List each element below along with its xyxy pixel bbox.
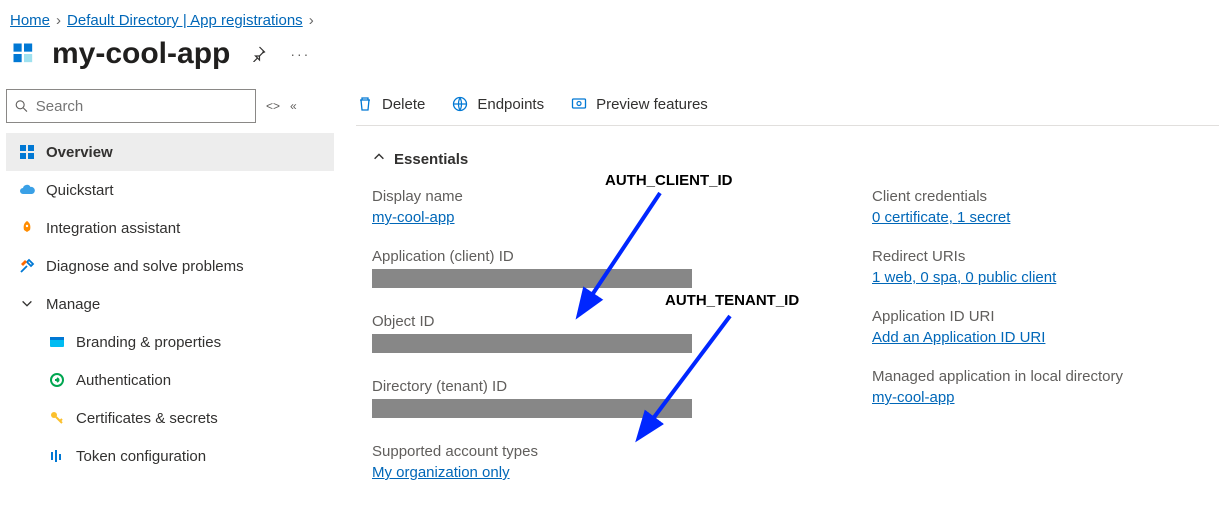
- cloud-icon: [18, 181, 36, 199]
- field-display-name-value[interactable]: my-cool-app: [372, 209, 455, 226]
- pin-icon[interactable]: [244, 40, 272, 68]
- main-content: Delete Endpoints Preview features Essent…: [340, 89, 1229, 481]
- sidebar: <> « Overview Quickstart Integration ass…: [0, 89, 340, 481]
- delete-button[interactable]: Delete: [356, 95, 425, 113]
- page-title: my-cool-app: [52, 37, 230, 71]
- search-text[interactable]: [36, 98, 247, 115]
- field-tenant-id-value-redacted: [372, 399, 692, 418]
- field-app-id-value-redacted: [372, 269, 692, 288]
- field-managed-label: Managed application in local directory: [872, 368, 1219, 385]
- breadcrumb: Home › Default Directory | App registrat…: [0, 0, 1229, 35]
- overview-icon: [18, 143, 36, 161]
- chevron-right-icon: ›: [309, 12, 314, 29]
- sidebar-item-label: Manage: [46, 296, 100, 313]
- token-icon: [48, 447, 66, 465]
- field-app-uri-label: Application ID URI: [872, 308, 1219, 325]
- sidebar-item-certificates[interactable]: Certificates & secrets: [6, 399, 334, 437]
- sidebar-item-branding[interactable]: Branding & properties: [6, 323, 334, 361]
- rocket-icon: [18, 219, 36, 237]
- collapse-sidebar-icon[interactable]: «: [290, 99, 297, 113]
- field-managed-value[interactable]: my-cool-app: [872, 389, 955, 406]
- field-client-creds-value[interactable]: 0 certificate, 1 secret: [872, 209, 1010, 226]
- page-title-row: my-cool-app ···: [0, 35, 1229, 89]
- trash-icon: [356, 95, 374, 113]
- field-redirect-label: Redirect URIs: [872, 248, 1219, 265]
- sidebar-item-label: Certificates & secrets: [76, 410, 218, 427]
- annotation-auth-client-id: AUTH_CLIENT_ID: [605, 172, 733, 189]
- toolbar-label: Delete: [382, 96, 425, 113]
- sidebar-item-diagnose[interactable]: Diagnose and solve problems: [6, 247, 334, 285]
- sidebar-item-quickstart[interactable]: Quickstart: [6, 171, 334, 209]
- expand-collapse-icon[interactable]: <>: [266, 99, 280, 113]
- search-input[interactable]: [6, 89, 256, 123]
- key-icon: [48, 409, 66, 427]
- branding-icon: [48, 333, 66, 351]
- sidebar-item-overview[interactable]: Overview: [6, 133, 334, 171]
- field-redirect-value[interactable]: 1 web, 0 spa, 0 public client: [872, 269, 1056, 286]
- chevron-down-icon: [18, 295, 36, 313]
- chevron-right-icon: ›: [56, 12, 61, 29]
- preview-icon: [570, 95, 588, 113]
- toolbar-label: Endpoints: [477, 96, 544, 113]
- field-display-name-label: Display name: [372, 188, 852, 205]
- sidebar-item-integration[interactable]: Integration assistant: [6, 209, 334, 247]
- essentials-toggle[interactable]: Essentials: [372, 150, 1219, 168]
- toolbar: Delete Endpoints Preview features: [356, 89, 1219, 126]
- field-account-types-label: Supported account types: [372, 443, 852, 460]
- sidebar-item-label: Diagnose and solve problems: [46, 258, 244, 275]
- sidebar-item-label: Authentication: [76, 372, 171, 389]
- field-account-types-value[interactable]: My organization only: [372, 464, 510, 481]
- breadcrumb-directory[interactable]: Default Directory | App registrations: [67, 12, 303, 29]
- sidebar-item-authentication[interactable]: Authentication: [6, 361, 334, 399]
- field-object-id-label: Object ID: [372, 313, 852, 330]
- field-app-uri-value[interactable]: Add an Application ID URI: [872, 329, 1045, 346]
- field-client-creds-label: Client credentials: [872, 188, 1219, 205]
- tools-icon: [18, 257, 36, 275]
- authentication-icon: [48, 371, 66, 389]
- endpoints-button[interactable]: Endpoints: [451, 95, 544, 113]
- app-registration-icon: [10, 40, 38, 68]
- toolbar-label: Preview features: [596, 96, 708, 113]
- sidebar-item-label: Quickstart: [46, 182, 114, 199]
- more-icon[interactable]: ···: [286, 40, 314, 68]
- search-icon: [15, 99, 28, 113]
- sidebar-group-manage[interactable]: Manage: [6, 285, 334, 323]
- essentials-label: Essentials: [394, 151, 468, 168]
- chevron-up-icon: [372, 150, 386, 168]
- breadcrumb-home[interactable]: Home: [10, 12, 50, 29]
- globe-icon: [451, 95, 469, 113]
- sidebar-item-token[interactable]: Token configuration: [6, 437, 334, 475]
- field-app-id-label: Application (client) ID: [372, 248, 852, 265]
- field-object-id-value-redacted: [372, 334, 692, 353]
- sidebar-item-label: Token configuration: [76, 448, 206, 465]
- sidebar-item-label: Overview: [46, 144, 113, 161]
- sidebar-item-label: Integration assistant: [46, 220, 180, 237]
- preview-features-button[interactable]: Preview features: [570, 95, 708, 113]
- annotation-auth-tenant-id: AUTH_TENANT_ID: [665, 292, 799, 309]
- sidebar-item-label: Branding & properties: [76, 334, 221, 351]
- field-tenant-id-label: Directory (tenant) ID: [372, 378, 852, 395]
